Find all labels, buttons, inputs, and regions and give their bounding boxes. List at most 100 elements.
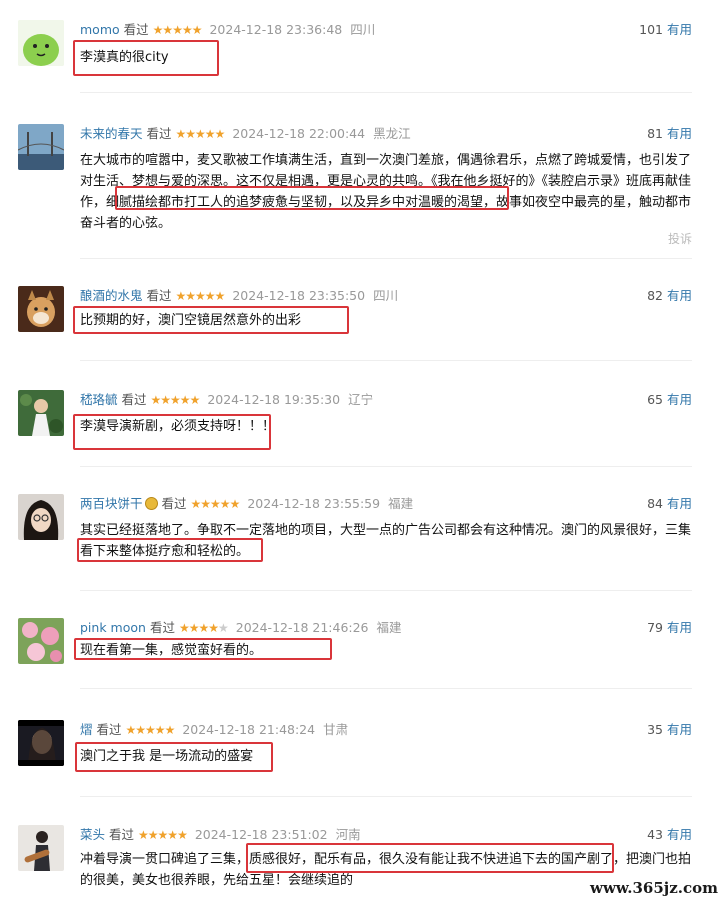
highlight-box — [73, 306, 349, 334]
rating-stars: ★★★★★ — [138, 828, 188, 842]
avatar[interactable] — [18, 286, 64, 332]
useful-vote[interactable]: 35 有用 — [647, 720, 692, 740]
useful-count: 65 — [647, 392, 663, 407]
review-time: 2024-12-18 19:35:30 — [207, 392, 341, 407]
highlight-box — [73, 40, 219, 76]
review-item: pink moon 看过 ★★★★★ 2024-12-18 21:46:26 福建 79… — [0, 618, 726, 678]
highlight-box — [77, 538, 263, 562]
useful-button[interactable]: 有用 — [667, 126, 692, 141]
username-link[interactable]: 两百块饼干 — [80, 496, 143, 511]
review-item: 未来的春天 看过 ★★★★★ 2024-12-18 22:00:44 黑龙江 81 有用 … — [0, 124, 726, 254]
review-location: 福建 — [388, 496, 414, 511]
useful-button[interactable]: 有用 — [667, 620, 692, 635]
review-time: 2024-12-18 23:55:59 — [247, 496, 381, 511]
review-location: 甘肃 — [323, 722, 349, 737]
review-location: 河南 — [335, 827, 361, 842]
username-link[interactable]: 酿酒的水鬼 — [80, 288, 143, 303]
review-location: 四川 — [350, 22, 376, 37]
emoji-icon — [144, 497, 158, 510]
review-time: 2024-12-18 23:35:50 — [232, 288, 366, 303]
review-time: 2024-12-18 23:51:02 — [194, 827, 328, 842]
review-item: 熠看过 ★★★★★ 2024-12-18 21:48:24 甘肃 35 有用 澳门之于我… — [0, 720, 726, 780]
separator — [80, 590, 692, 591]
avatar[interactable] — [18, 124, 64, 170]
review-location: 黑龙江 — [373, 126, 411, 141]
review-item: 两百块饼干 看过 ★★★★★ 2024-12-18 23:55:59 福建 84 有用 其… — [0, 494, 726, 574]
review-meta: 嵇珞毓 看过 ★★★★★ 2024-12-18 19:35:30 辽宁 — [80, 390, 373, 410]
review-meta: 菜头 看过 ★★★★★ 2024-12-18 23:51:02 河南 — [80, 825, 361, 845]
report-link[interactable]: 投诉 — [668, 230, 692, 247]
watched-label: 看过 — [96, 722, 122, 737]
username-link[interactable]: momo — [80, 22, 120, 37]
avatar[interactable] — [18, 20, 64, 66]
review-item: 嵇珞毓 看过 ★★★★★ 2024-12-18 19:35:30 辽宁 65 有用 李漠导… — [0, 390, 726, 450]
review-meta: 未来的春天 看过 ★★★★★ 2024-12-18 22:00:44 黑龙江 — [80, 124, 411, 144]
useful-vote[interactable]: 84 有用 — [647, 494, 692, 514]
useful-vote[interactable]: 82 有用 — [647, 286, 692, 306]
avatar[interactable] — [18, 720, 64, 766]
highlight-box — [75, 742, 273, 772]
useful-button[interactable]: 有用 — [667, 827, 692, 842]
review-item: momo 看过 ★★★★★ 2024-12-18 23:36:48 四川 101 有用 李… — [0, 20, 726, 90]
watched-label: 看过 — [146, 126, 172, 141]
avatar[interactable] — [18, 390, 64, 436]
highlight-box — [115, 186, 509, 210]
separator — [80, 92, 692, 93]
useful-vote[interactable]: 65 有用 — [647, 390, 692, 410]
username-link[interactable]: 熠 — [80, 722, 93, 737]
review-item: 酿酒的水鬼 看过 ★★★★★ 2024-12-18 23:35:50 四川 82 有用 比… — [0, 286, 726, 346]
review-meta: 两百块饼干 看过 ★★★★★ 2024-12-18 23:55:59 福建 — [80, 494, 413, 514]
useful-count: 82 — [647, 288, 663, 303]
rating-stars: ★★★★★ — [178, 621, 229, 635]
review-time: 2024-12-18 21:46:26 — [235, 620, 369, 635]
rating-stars: ★★★★★ — [175, 289, 226, 303]
rating-stars: ★★★★★ — [125, 723, 176, 737]
review-time: 2024-12-18 21:48:24 — [182, 722, 316, 737]
separator — [80, 466, 692, 467]
useful-count: 35 — [647, 722, 663, 737]
username-link[interactable]: 嵇珞毓 — [80, 392, 118, 407]
useful-vote[interactable]: 81 有用 — [647, 124, 692, 144]
watched-label: 看过 — [121, 392, 147, 407]
highlight-box — [73, 414, 271, 450]
highlight-box — [74, 638, 332, 660]
watched-label: 看过 — [161, 496, 187, 511]
watched-label: 看过 — [146, 288, 172, 303]
separator — [80, 688, 692, 689]
useful-button[interactable]: 有用 — [667, 22, 692, 37]
highlight-box — [246, 843, 614, 873]
username-link[interactable]: 菜头 — [80, 827, 105, 842]
useful-vote[interactable]: 101 有用 — [639, 20, 692, 40]
rating-stars: ★★★★★ — [175, 127, 226, 141]
review-location: 辽宁 — [348, 392, 374, 407]
username-link[interactable]: 未来的春天 — [80, 126, 143, 141]
username-link[interactable]: pink moon — [80, 620, 146, 635]
useful-button[interactable]: 有用 — [667, 288, 692, 303]
useful-count: 101 — [639, 22, 663, 37]
useful-count: 79 — [647, 620, 663, 635]
review-location: 福建 — [376, 620, 402, 635]
review-meta: 酿酒的水鬼 看过 ★★★★★ 2024-12-18 23:35:50 四川 — [80, 286, 398, 306]
review-meta: momo 看过 ★★★★★ 2024-12-18 23:36:48 四川 — [80, 20, 375, 40]
useful-vote[interactable]: 43 有用 — [647, 825, 692, 845]
useful-vote[interactable]: 79 有用 — [647, 618, 692, 638]
separator — [80, 360, 692, 361]
avatar[interactable] — [18, 618, 64, 664]
useful-button[interactable]: 有用 — [667, 722, 692, 737]
review-meta: pink moon 看过 ★★★★★ 2024-12-18 21:46:26 福建 — [80, 618, 402, 638]
useful-button[interactable]: 有用 — [667, 496, 692, 511]
separator — [80, 258, 692, 259]
separator — [80, 796, 692, 797]
rating-stars: ★★★★★ — [190, 497, 241, 511]
watched-label: 看过 — [109, 827, 135, 842]
review-time: 2024-12-18 23:36:48 — [209, 22, 343, 37]
watched-label: 看过 — [123, 22, 149, 37]
useful-button[interactable]: 有用 — [667, 392, 692, 407]
useful-count: 81 — [647, 126, 663, 141]
review-meta: 熠看过 ★★★★★ 2024-12-18 21:48:24 甘肃 — [80, 720, 348, 740]
review-time: 2024-12-18 22:00:44 — [232, 126, 366, 141]
avatar[interactable] — [18, 825, 64, 871]
rating-stars: ★★★★★ — [150, 393, 201, 407]
avatar[interactable] — [18, 494, 64, 540]
watermark: www.365jz.com — [590, 879, 718, 897]
